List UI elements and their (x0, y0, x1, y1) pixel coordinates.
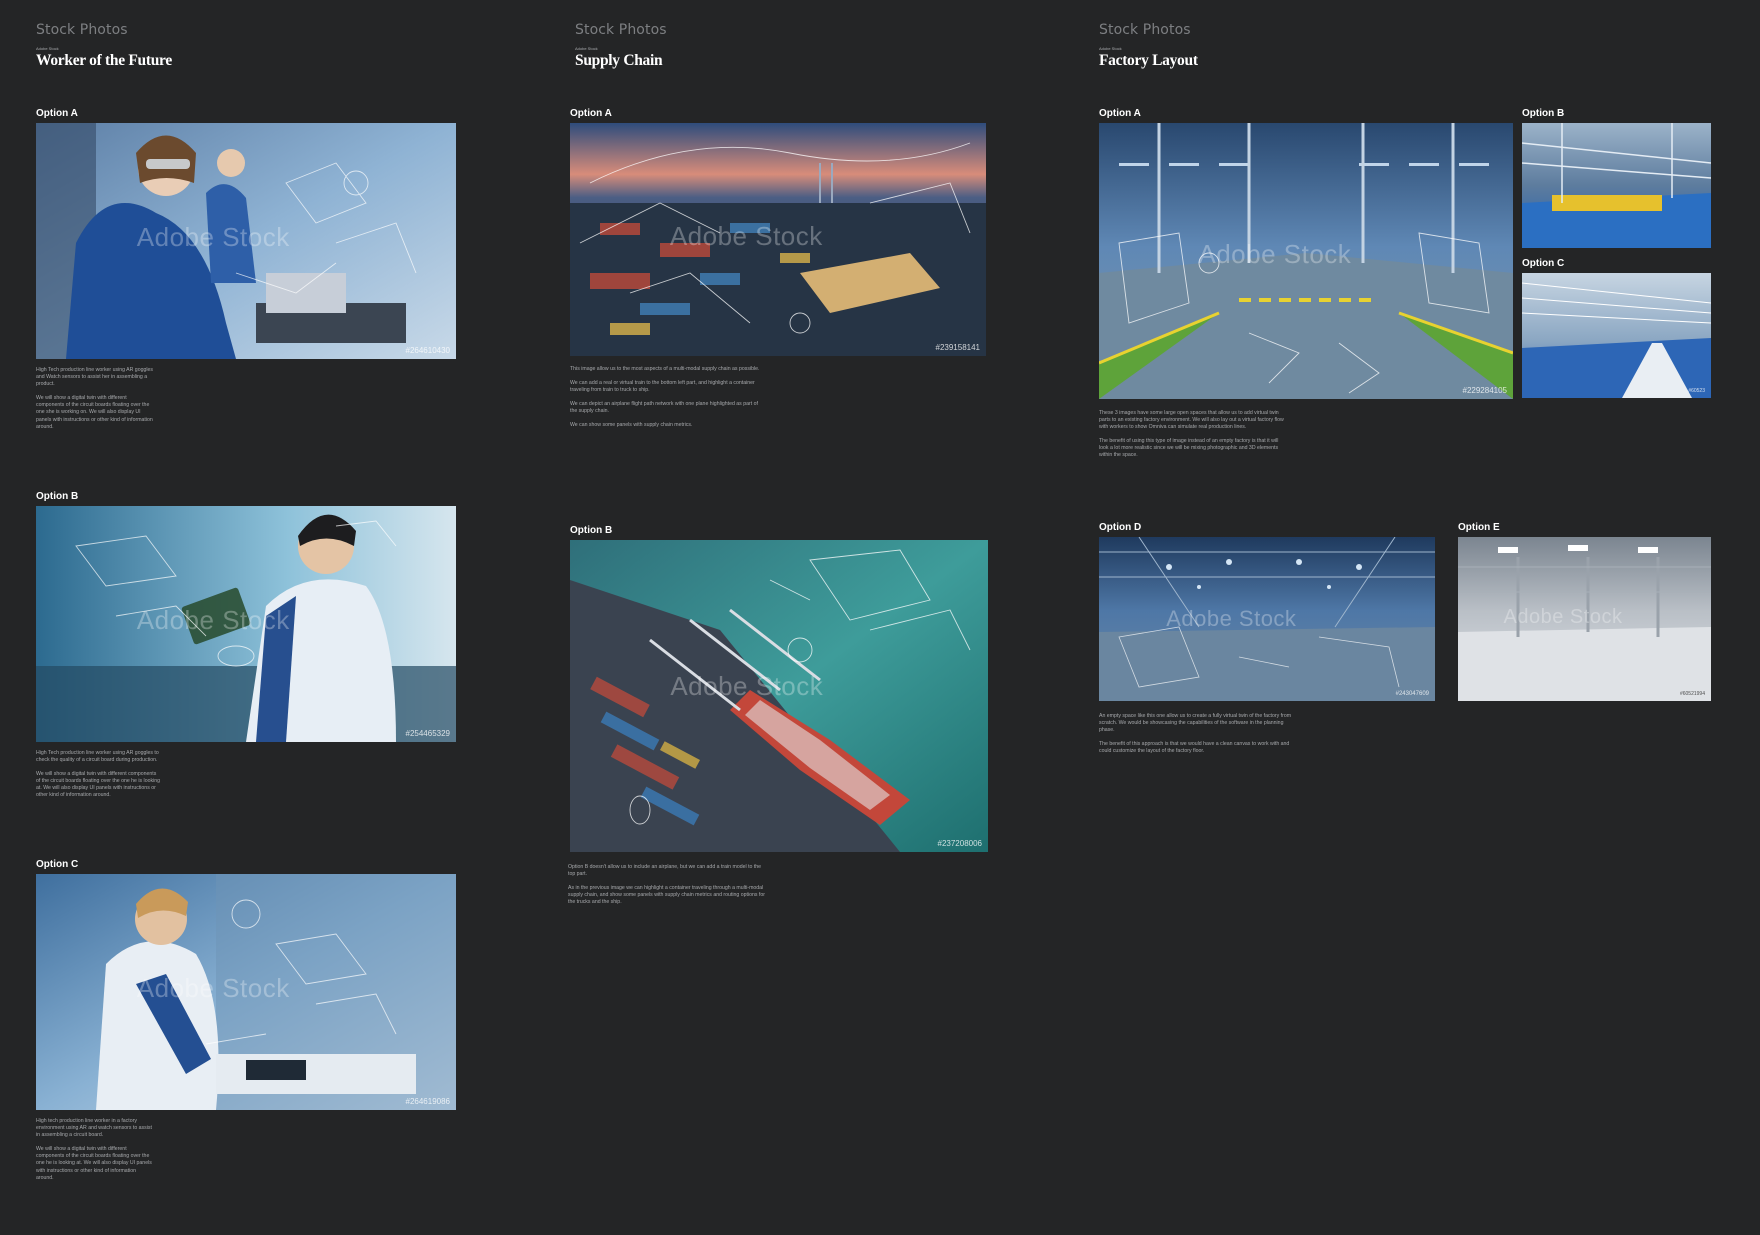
description-paragraph: We will show a digital twin with differe… (36, 771, 160, 799)
photo-id: #239158141 (935, 343, 981, 352)
option-label-supply-b: Option B (570, 525, 613, 536)
option-label-factory-e: Option E (1458, 522, 1500, 533)
photo-id: #264619086 (405, 1097, 451, 1106)
photo-id: #229284105 (1462, 386, 1508, 395)
stock-photo-factory-e[interactable]: Adobe Stock #60521994 (1458, 537, 1711, 701)
option-label-worker-a: Option A (36, 108, 78, 119)
stock-photo-factory-d[interactable]: Adobe Stock #243047609 (1099, 537, 1435, 701)
photo-id: #60521994 (1679, 691, 1705, 697)
description-supply-b: Option B doesn't allow us to include an … (568, 864, 768, 913)
stock-photo-factory-b[interactable] (1522, 123, 1711, 248)
description-paragraph: High tech production line worker in a fa… (36, 1118, 152, 1139)
stock-photo-worker-b[interactable]: Adobe Stock #254465329 (36, 506, 456, 742)
description-worker-b: High Tech production line worker using A… (36, 750, 161, 807)
option-label-worker-b: Option B (36, 491, 79, 502)
photo-id: #237208006 (937, 839, 983, 848)
description-paragraph: We can add a real or virtual train to th… (570, 380, 755, 394)
description-paragraph: These 3 images have some large open spac… (1099, 410, 1284, 431)
description-paragraph: High Tech production line worker using A… (36, 367, 153, 388)
photo-art (1522, 123, 1711, 248)
stock-photo-worker-a[interactable]: Adobe Stock #264610430 (36, 123, 456, 359)
watermark: Adobe Stock (136, 605, 290, 636)
description-paragraph: The benefit of this approach is that we … (1099, 741, 1290, 755)
watermark: Adobe Stock (669, 220, 823, 251)
description-paragraph: This image allow us to the most aspects … (570, 366, 760, 372)
description-paragraph: We will show a digital twin with differe… (36, 1146, 152, 1181)
section-title-factory: Factory Layout (1099, 52, 1198, 69)
watermark: Adobe Stock (136, 973, 290, 1004)
photo-id: #264610430 (405, 346, 451, 355)
section-kicker-worker: Adobe Stock (36, 46, 59, 51)
option-label-supply-a: Option A (570, 108, 612, 119)
stock-photo-factory-c[interactable]: #60523 (1522, 273, 1711, 398)
stock-photo-supply-b[interactable]: Adobe Stock #237208006 (570, 540, 988, 852)
watermark: Adobe Stock (1166, 605, 1297, 631)
description-factory-top: These 3 images have some large open spac… (1099, 410, 1289, 467)
option-label-worker-c: Option C (36, 859, 79, 870)
watermark: Adobe Stock (670, 671, 824, 702)
watermark: Adobe Stock (136, 222, 290, 253)
description-paragraph: Option B doesn't allow us to include an … (568, 864, 762, 878)
description-paragraph: We can depict an airplane flight path ne… (570, 401, 758, 415)
stock-photo-supply-a[interactable]: Adobe Stock #239158141 (570, 123, 986, 356)
section-title-supply: Supply Chain (575, 52, 663, 69)
description-factory-bottom: An empty space like this one allow us to… (1099, 713, 1299, 762)
photo-id: #243047609 (1395, 691, 1429, 697)
photo-id: #60523 (1688, 388, 1705, 394)
description-paragraph: As in the previous image we can highligh… (568, 885, 765, 906)
option-label-factory-c: Option C (1522, 258, 1565, 269)
description-paragraph: High Tech production line worker using A… (36, 750, 159, 764)
section-kicker-supply: Adobe Stock (575, 46, 598, 51)
description-paragraph: We will show a digital twin with differe… (36, 395, 153, 430)
option-label-factory-b: Option B (1522, 108, 1565, 119)
photo-id: #254465329 (405, 729, 451, 738)
watermark: Adobe Stock (1503, 605, 1623, 628)
description-supply-a: This image allow us to the most aspects … (570, 366, 760, 437)
stock-photo-factory-a[interactable]: Adobe Stock #229284105 (1099, 123, 1513, 399)
section-eyebrow-factory: Stock Photos (1099, 22, 1191, 38)
description-paragraph: An empty space like this one allow us to… (1099, 713, 1292, 734)
description-worker-a: High Tech production line worker using A… (36, 367, 156, 438)
section-eyebrow-supply: Stock Photos (575, 22, 667, 38)
description-worker-c: High tech production line worker in a fa… (36, 1118, 154, 1189)
section-eyebrow-worker: Stock Photos (36, 22, 128, 38)
section-title-worker: Worker of the Future (36, 52, 172, 69)
description-paragraph: We can show some panels with supply chai… (570, 422, 693, 429)
section-kicker-factory: Adobe Stock (1099, 46, 1122, 51)
stock-photo-worker-c[interactable]: Adobe Stock #264619086 (36, 874, 456, 1110)
option-label-factory-a: Option A (1099, 108, 1141, 119)
description-paragraph: The benefit of using this type of image … (1099, 438, 1279, 459)
option-label-factory-d: Option D (1099, 522, 1142, 533)
photo-art (1522, 273, 1711, 398)
watermark: Adobe Stock (1198, 238, 1352, 269)
